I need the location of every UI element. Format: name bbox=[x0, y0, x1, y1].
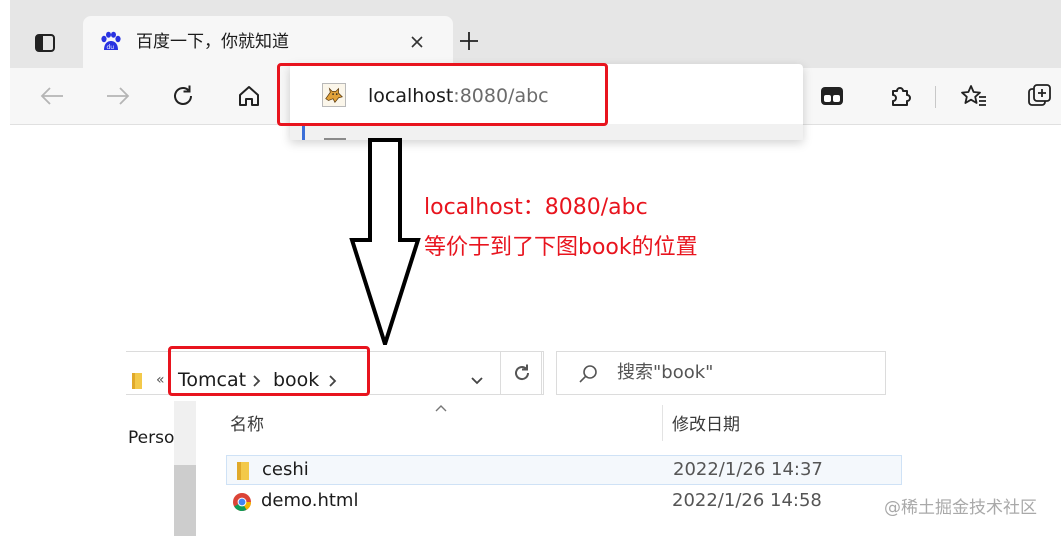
home-button[interactable] bbox=[233, 80, 265, 112]
favorites-button[interactable] bbox=[958, 80, 990, 112]
collections-icon bbox=[821, 87, 843, 105]
file-modified-date: 2022/1/26 14:37 bbox=[673, 459, 823, 480]
new-tab-button[interactable] bbox=[454, 26, 484, 56]
explorer-search-input[interactable]: 搜索"book" bbox=[556, 351, 886, 395]
favorites-icon bbox=[961, 85, 986, 106]
file-name: demo.html bbox=[261, 490, 359, 511]
selection-marker bbox=[302, 126, 305, 140]
tab-actions-button[interactable] bbox=[30, 28, 60, 58]
navigation-pane: Perso bbox=[126, 401, 174, 536]
url-highlight-box bbox=[277, 63, 608, 126]
address-history-dropdown[interactable] bbox=[466, 370, 488, 392]
file-modified-date: 2022/1/26 14:58 bbox=[672, 490, 822, 511]
column-divider[interactable] bbox=[662, 405, 663, 441]
back-button[interactable] bbox=[36, 80, 68, 112]
forward-button[interactable] bbox=[102, 80, 134, 112]
tab-group-button[interactable] bbox=[1024, 80, 1056, 112]
extensions-button[interactable] bbox=[884, 80, 916, 112]
search-icon bbox=[579, 365, 597, 383]
explorer-refresh-button[interactable] bbox=[500, 351, 544, 395]
plus-icon bbox=[460, 32, 478, 50]
column-header-date[interactable]: 修改日期 bbox=[672, 413, 740, 437]
nav-item-personal[interactable]: Perso bbox=[128, 426, 174, 450]
breadcrumb-overflow[interactable]: « bbox=[156, 372, 165, 388]
close-icon bbox=[411, 36, 423, 48]
tab-baidu[interactable]: du 百度一下，你就知道 bbox=[83, 16, 453, 68]
add-tab-group-icon bbox=[1028, 84, 1051, 106]
refresh-icon bbox=[174, 85, 192, 105]
tab-strip: du 百度一下，你就知道 bbox=[10, 0, 1061, 68]
back-arrow-icon bbox=[40, 87, 63, 105]
down-arrow-icon bbox=[349, 138, 421, 348]
column-header-name[interactable]: 名称 bbox=[230, 413, 264, 437]
tab-close-button[interactable] bbox=[403, 28, 431, 56]
baidu-paw-icon: du bbox=[101, 31, 121, 51]
tab-title: 百度一下，你就知道 bbox=[136, 32, 289, 52]
refresh-icon bbox=[515, 364, 530, 381]
folder-icon bbox=[132, 373, 142, 389]
file-row[interactable]: ceshi 2022/1/26 14:37 bbox=[226, 455, 902, 485]
nav-scrollbar-thumb[interactable] bbox=[174, 465, 196, 536]
annotation-line-1: localhost：8080/abc bbox=[424, 195, 648, 220]
sort-ascending-icon bbox=[435, 405, 447, 412]
forward-arrow-icon bbox=[107, 87, 130, 105]
tab-actions-icon bbox=[35, 34, 55, 52]
watermark: @稀土掘金技术社区 bbox=[884, 498, 1037, 518]
svg-text:du: du bbox=[107, 44, 115, 51]
extensions-icon bbox=[892, 87, 911, 106]
collections-button[interactable] bbox=[816, 80, 848, 112]
file-name: ceshi bbox=[262, 459, 309, 480]
chevron-down-icon bbox=[471, 377, 483, 385]
chrome-icon bbox=[233, 493, 251, 512]
annotation-line-2: 等价于到了下图book的位置 bbox=[424, 235, 698, 260]
toolbar-separator bbox=[935, 86, 936, 108]
file-row[interactable]: demo.html 2022/1/26 14:58 bbox=[226, 487, 902, 517]
folder-icon bbox=[237, 462, 249, 480]
document-icon bbox=[324, 138, 346, 140]
breadcrumb-highlight-box bbox=[168, 346, 370, 396]
home-icon bbox=[239, 86, 259, 106]
search-placeholder: 搜索"book" bbox=[617, 362, 714, 383]
refresh-button[interactable] bbox=[167, 80, 199, 112]
